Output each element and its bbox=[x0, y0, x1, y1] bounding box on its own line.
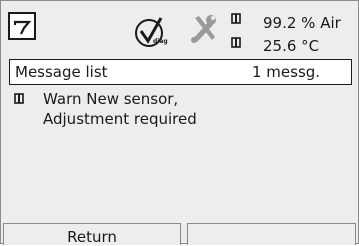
probe-home-icon[interactable] bbox=[8, 12, 36, 40]
message-list-bar: Message list 1 messg. bbox=[9, 59, 352, 85]
softkey-bar: Return bbox=[1, 223, 358, 246]
sensor-value-icon bbox=[231, 13, 241, 24]
reading-oxygen: 99.2 % Air bbox=[263, 14, 341, 32]
check-circle-icon[interactable] bbox=[131, 15, 171, 51]
status-header: diag 99.2 % Air 25.6 °C bbox=[1, 1, 358, 59]
message-text-line: Warn New sensor, bbox=[43, 90, 179, 108]
return-button-label: Return bbox=[67, 228, 117, 246]
message-count: 1 messg. bbox=[252, 63, 321, 81]
right-softkey[interactable] bbox=[187, 223, 356, 245]
wrench-screwdriver-icon[interactable] bbox=[189, 13, 219, 45]
reading-temperature: 25.6 °C bbox=[263, 37, 320, 55]
return-button[interactable]: Return bbox=[3, 223, 181, 246]
message-list-title: Message list bbox=[15, 63, 108, 81]
device-display: diag 99.2 % Air 25.6 °C Message list 1 m… bbox=[0, 0, 359, 246]
warning-square-icon bbox=[14, 93, 24, 104]
sensor-value-icon bbox=[231, 37, 241, 48]
message-text-line: Adjustment required bbox=[43, 110, 197, 128]
diag-label: diag bbox=[153, 38, 168, 45]
